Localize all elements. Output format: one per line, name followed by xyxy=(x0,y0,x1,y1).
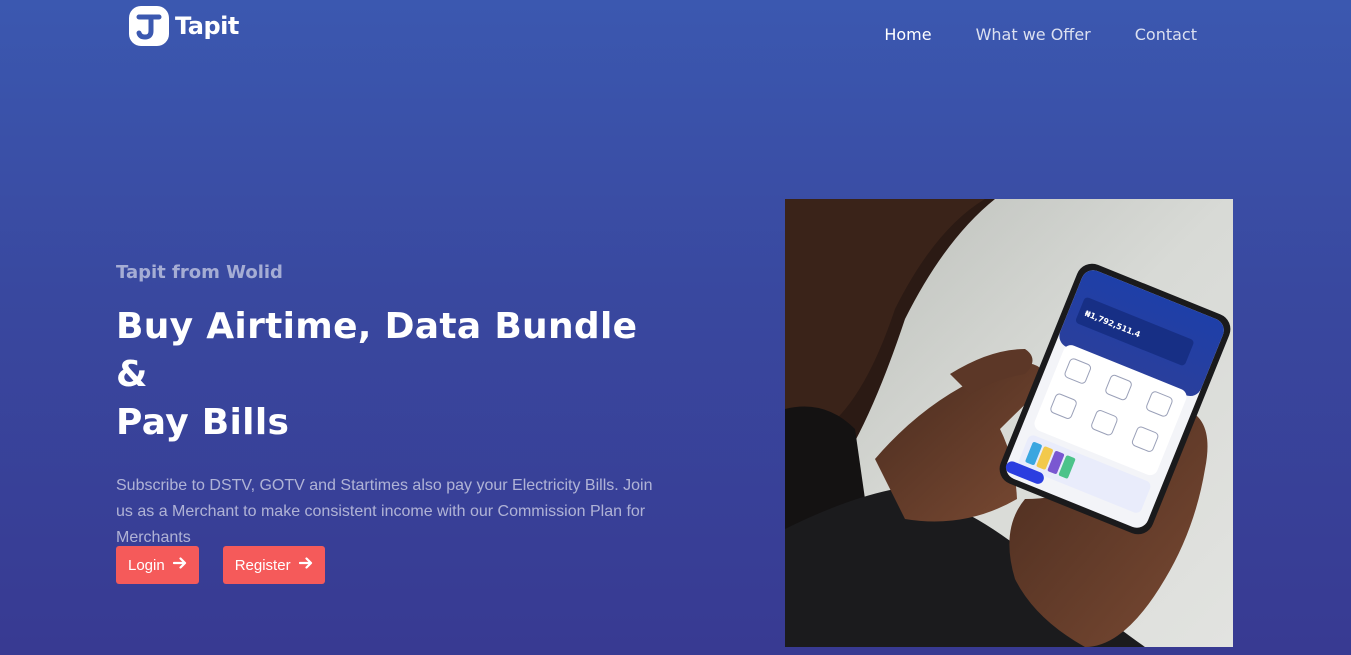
arrow-right-icon xyxy=(298,556,313,575)
headline-line-1: Buy Airtime, Data Bundle & xyxy=(116,306,638,395)
hero-section: Tapit from Wolid Buy Airtime, Data Bundl… xyxy=(116,262,676,551)
hero-eyebrow: Tapit from Wolid xyxy=(116,262,283,283)
hero-headline: Buy Airtime, Data Bundle & Pay Bills xyxy=(116,303,676,447)
headline-line-2: Pay Bills xyxy=(116,402,290,443)
nav-what-we-offer[interactable]: What we Offer xyxy=(976,25,1091,44)
main-nav: Home What we Offer Contact xyxy=(884,25,1197,44)
arrow-right-icon xyxy=(172,556,187,575)
hero-buttons: Login Register xyxy=(116,546,325,584)
brand-name: Tapit xyxy=(175,12,239,40)
navbar: Tapit Home What we Offer Contact xyxy=(0,0,1351,70)
hero-description: Subscribe to DSTV, GOTV and Startimes al… xyxy=(116,477,653,546)
nav-home[interactable]: Home xyxy=(884,25,931,44)
register-button[interactable]: Register xyxy=(222,546,325,584)
hero-photo: ₦1,792,511.4 xyxy=(785,199,1233,647)
login-button-label: Login xyxy=(128,556,165,574)
tapit-logo-icon xyxy=(129,6,169,46)
login-button[interactable]: Login xyxy=(116,546,199,584)
nav-contact[interactable]: Contact xyxy=(1135,25,1197,44)
brand-logo[interactable]: Tapit xyxy=(129,6,239,46)
register-button-label: Register xyxy=(234,556,291,574)
woman-holding-phone-image: ₦1,792,511.4 xyxy=(785,199,1233,647)
